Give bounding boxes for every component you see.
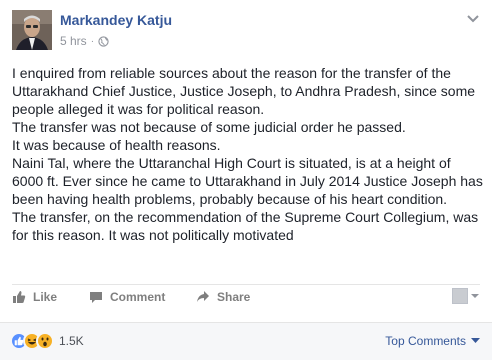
post-paragraph: Naini Tal, where the Uttaranchal High Co… — [12, 155, 483, 207]
author-photo — [12, 10, 52, 50]
share-arrow-icon — [197, 291, 209, 302]
action-bar: Like Comment Share — [12, 288, 480, 312]
share-button[interactable]: Share — [196, 290, 250, 304]
post-paragraph: I enquired from reliable sources about t… — [12, 65, 476, 117]
like-button[interactable]: Like — [12, 290, 57, 304]
viewer-selector[interactable] — [452, 288, 480, 304]
post-timestamp[interactable]: 5 hrs — [60, 34, 87, 48]
author-avatar[interactable] — [12, 10, 52, 50]
wow-reaction-icon — [36, 332, 54, 350]
post-paragraph: The transfer, on the recommendation of t… — [12, 209, 479, 243]
post-paragraph: It was because of health reasons. — [12, 137, 221, 153]
post-paragraph: The transfer was not because of some jud… — [12, 119, 406, 135]
thumbs-up-icon — [13, 291, 26, 303]
caret-down-icon — [471, 338, 480, 343]
meta-separator: · — [90, 35, 95, 47]
like-label: Like — [33, 290, 58, 304]
chevron-down-icon[interactable] — [466, 14, 480, 24]
post-body: I enquired from reliable sources about t… — [12, 64, 484, 244]
caret-down-icon — [471, 294, 479, 298]
top-comments-dropdown[interactable]: Top Comments — [385, 334, 480, 348]
post-meta: 5 hrs · — [60, 34, 109, 48]
comment-bubble-icon — [90, 292, 102, 303]
reaction-count: 1.5K — [59, 334, 84, 348]
viewer-avatar — [452, 288, 468, 304]
globe-icon[interactable] — [98, 35, 109, 47]
post-card: Markandey Katju 5 hrs · I enquired from … — [0, 0, 492, 360]
top-comments-label: Top Comments — [385, 334, 466, 348]
comment-button[interactable]: Comment — [89, 290, 165, 304]
author-name-link[interactable]: Markandey Katju — [60, 12, 172, 28]
reactions-footer: 1.5K Top Comments — [0, 322, 492, 360]
action-divider — [12, 284, 480, 285]
reaction-summary[interactable]: 1.5K — [10, 332, 84, 350]
share-label: Share — [217, 290, 251, 304]
comment-label: Comment — [110, 290, 166, 304]
